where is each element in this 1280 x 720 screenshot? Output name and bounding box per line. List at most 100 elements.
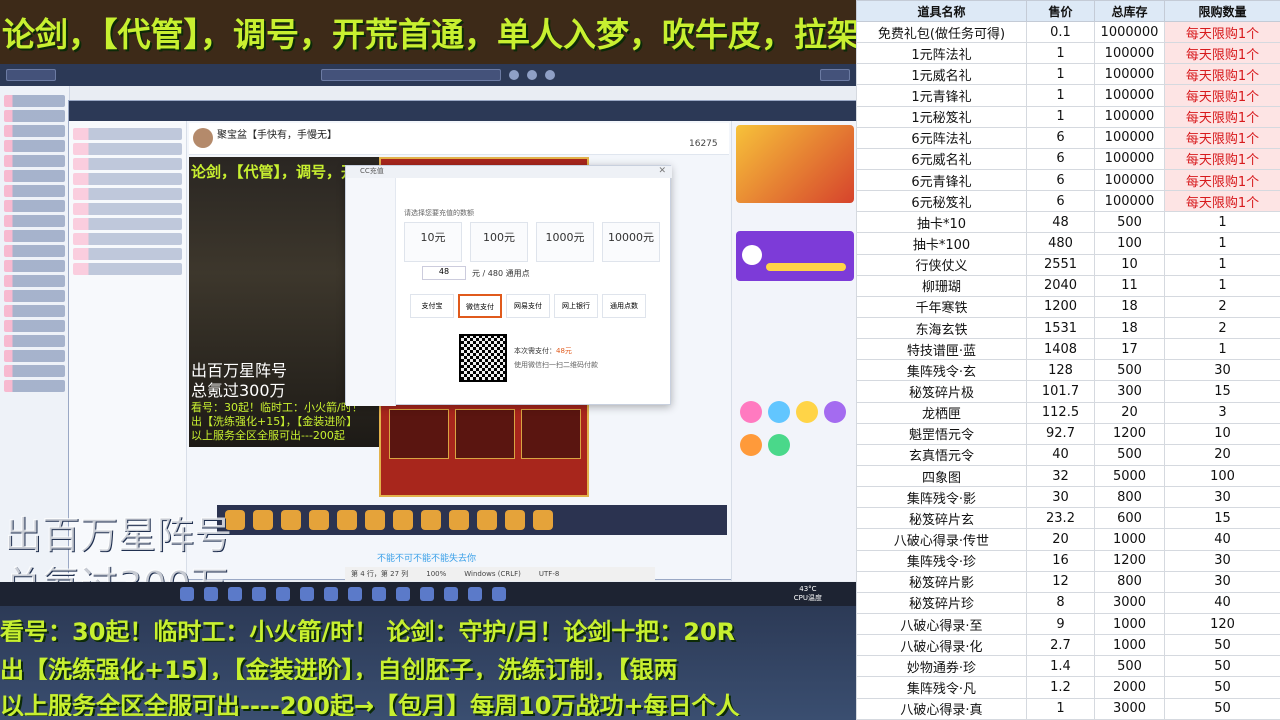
gift-icon[interactable] (768, 434, 790, 456)
taskbar-app-icon[interactable] (420, 587, 434, 601)
gift-icon[interactable] (740, 434, 762, 456)
cell-item-name: 1元青锋礼 (856, 84, 1027, 107)
cell-limit: 每天限购1个 (1164, 63, 1280, 86)
gift-panel (731, 121, 856, 581)
gift-icon[interactable] (281, 510, 301, 530)
weekly-challenge-card[interactable] (736, 231, 854, 281)
taskbar-app-icon[interactable] (324, 587, 338, 601)
table-row: 免费礼包(做任务可得) 0.1 1000000 每天限购1个 (856, 20, 1280, 44)
cell-item-name: 6元青锋礼 (856, 168, 1027, 192)
taskbar-app-icon[interactable] (228, 587, 242, 601)
settings-icon[interactable] (545, 70, 555, 80)
amount-option[interactable]: 10000元 (602, 222, 660, 262)
cell-limit: 每天限购1个 (1164, 190, 1280, 213)
netease-pay-option[interactable]: 网易支付 (506, 294, 550, 318)
game-overlay-line5: 以上服务全区全服可出---200起 (191, 429, 345, 442)
custom-amount-input[interactable]: 48 (422, 266, 466, 280)
gift-icon[interactable] (309, 510, 329, 530)
table-row: 6元威名礼 6 100000 每天限购1个 (856, 147, 1280, 170)
taskbar-app-icon[interactable] (468, 587, 482, 601)
cell-item-name: 四象图 (856, 464, 1027, 488)
cell-price: 1.4 (1026, 655, 1095, 678)
chat-line (4, 245, 65, 257)
cell-stock: 100000 (1094, 63, 1165, 86)
reward-cell[interactable] (521, 409, 581, 459)
cell-price: 1531 (1026, 316, 1095, 340)
cell-price: 1.2 (1026, 676, 1095, 699)
wechat-pay-option[interactable]: 微信支付 (458, 294, 502, 318)
cell-price: 9 (1026, 612, 1095, 636)
gift-icon[interactable] (421, 510, 441, 530)
cell-stock: 10 (1094, 253, 1165, 276)
table-row: 集阵残令·凡 1.2 2000 50 (856, 676, 1280, 699)
gift-icon[interactable] (824, 401, 846, 423)
gift-icon[interactable] (768, 401, 790, 423)
cpu-temp-value: 43°C (799, 585, 817, 593)
taskbar-app-icon[interactable] (252, 587, 266, 601)
chat-notice: 不能不可不能不能失去你 (377, 554, 477, 564)
cell-limit: 40 (1164, 528, 1280, 551)
gift-icon[interactable] (449, 510, 469, 530)
cell-item-name: 千年寒铁 (856, 295, 1027, 318)
cell-item-name: 八破心得录·真 (856, 697, 1027, 720)
reward-cell[interactable] (455, 409, 515, 459)
cell-limit: 1 (1164, 338, 1280, 361)
cell-limit: 每天限购1个 (1164, 20, 1280, 44)
points-option[interactable]: 通用点数 (602, 294, 646, 318)
close-icon[interactable]: ✕ (658, 166, 666, 176)
chat-line (4, 125, 65, 137)
gift-icon[interactable] (505, 510, 525, 530)
cell-limit: 50 (1164, 634, 1280, 657)
chat-line (4, 185, 65, 197)
chat-line (4, 170, 65, 182)
taskbar-app-icon[interactable] (276, 587, 290, 601)
taskbar-app-icon[interactable] (396, 587, 410, 601)
alipay-option[interactable]: 支付宝 (410, 294, 454, 318)
cell-price: 6 (1026, 147, 1095, 170)
pay-amount-value: 48元 (556, 347, 572, 355)
cell-limit: 每天限购1个 (1164, 126, 1280, 149)
taskbar-app-icon[interactable] (492, 587, 506, 601)
message-icon[interactable] (527, 70, 537, 80)
cell-stock: 100000 (1094, 190, 1165, 213)
gift-icon[interactable] (477, 510, 497, 530)
cell-item-name: 八破心得录·传世 (856, 528, 1027, 551)
outer-action-button[interactable] (820, 69, 850, 81)
cell-limit: 20 (1164, 443, 1280, 466)
gift-icon[interactable] (393, 510, 413, 530)
outer-tab[interactable] (6, 69, 56, 81)
taskbar-app-icon[interactable] (444, 587, 458, 601)
table-row: 八破心得录·真 1 3000 50 (856, 697, 1280, 720)
notification-icon[interactable] (509, 70, 519, 80)
cell-item-name: 集阵残令·玄 (856, 359, 1027, 382)
amount-option[interactable]: 10元 (404, 222, 462, 262)
taskbar-app-icon[interactable] (348, 587, 362, 601)
gift-icon[interactable] (365, 510, 385, 530)
gift-icon[interactable] (253, 510, 273, 530)
gift-icon[interactable] (740, 401, 762, 423)
cell-item-name: 集阵残令·珍 (856, 549, 1027, 572)
cell-limit: 40 (1164, 591, 1280, 614)
gift-icon[interactable] (337, 510, 357, 530)
reward-cell[interactable] (389, 409, 449, 459)
promo-banner[interactable] (736, 125, 854, 203)
cell-item-name: 免费礼包(做任务可得) (856, 20, 1027, 44)
amount-option[interactable]: 1000元 (536, 222, 594, 262)
cell-item-name: 柳珊瑚 (856, 274, 1027, 297)
cell-item-name: 1元秘笈礼 (856, 105, 1027, 128)
amount-option[interactable]: 100元 (470, 222, 528, 262)
taskbar-app-icon[interactable] (204, 587, 218, 601)
gift-icon[interactable] (796, 401, 818, 423)
cell-limit: 2 (1164, 316, 1280, 340)
cell-stock: 11 (1094, 274, 1165, 297)
price-table-body: 免费礼包(做任务可得) 0.1 1000000 每天限购1个 1元阵法礼 1 100000 每… (856, 20, 1280, 720)
gift-icon[interactable] (533, 510, 553, 530)
taskbar-app-icon[interactable] (300, 587, 314, 601)
table-row: 秘笈碎片极 101.7 300 15 (856, 380, 1280, 403)
bank-option[interactable]: 网上银行 (554, 294, 598, 318)
cell-limit: 1 (1164, 232, 1280, 255)
price-table-header-row: 道具名称 售价 总库存 限购数量 (856, 0, 1280, 22)
taskbar-app-icon[interactable] (372, 587, 386, 601)
taskbar-app-icon[interactable] (180, 587, 194, 601)
streamer-avatar[interactable] (193, 128, 213, 148)
